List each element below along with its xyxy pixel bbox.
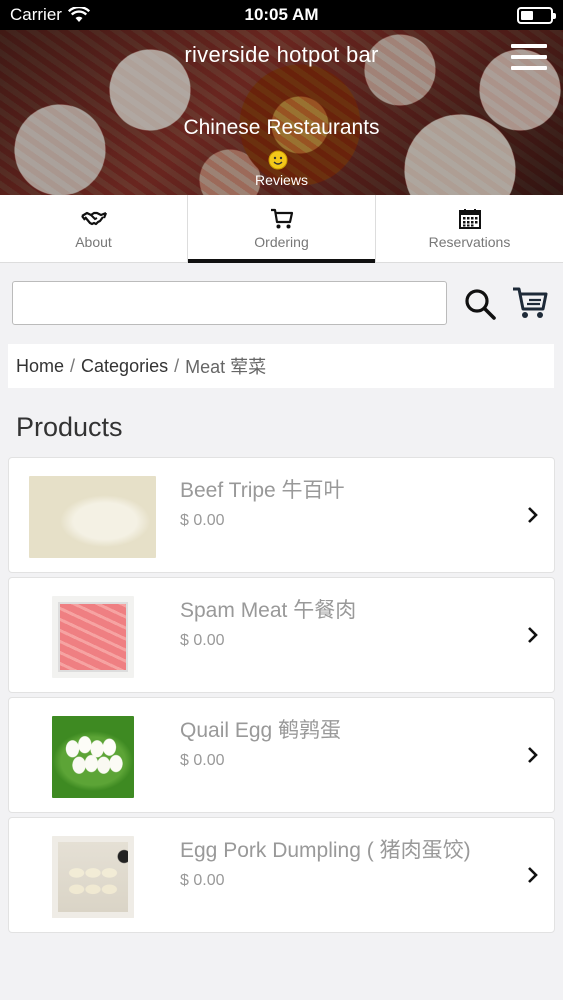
breadcrumb-home[interactable]: Home xyxy=(16,356,64,377)
product-price: $ 0.00 xyxy=(180,632,225,649)
tab-ordering[interactable]: Ordering xyxy=(188,195,376,263)
smiley-icon[interactable] xyxy=(268,150,288,170)
product-image xyxy=(29,476,156,558)
shopping-cart-icon[interactable] xyxy=(511,285,549,321)
tab-about[interactable]: About xyxy=(0,195,188,262)
tab-bar: About Ordering Reservations xyxy=(0,195,563,263)
handshake-icon xyxy=(80,211,107,225)
reviews-link[interactable]: Reviews xyxy=(0,172,563,188)
tab-reservations[interactable]: Reservations xyxy=(376,195,563,262)
restaurant-category: Chinese Restaurants xyxy=(183,116,380,139)
restaurant-name: riverside hotpot bar xyxy=(184,42,379,67)
product-list: Beef Tripe 牛百叶 $ 0.00 Spam Meat 午餐肉 $ 0.… xyxy=(8,457,555,937)
chevron-right-icon xyxy=(528,627,538,643)
tab-label: About xyxy=(75,233,112,250)
breadcrumb-categories[interactable]: Categories xyxy=(81,356,168,377)
product-item[interactable]: Quail Egg 鹌鹑蛋 $ 0.00 xyxy=(8,697,555,813)
breadcrumb-current: Meat 荤菜 xyxy=(185,357,267,377)
breadcrumb-separator: / xyxy=(174,355,180,376)
product-image xyxy=(52,596,134,678)
menu-bar xyxy=(511,66,547,70)
status-left: Carrier xyxy=(10,5,90,25)
product-name: Beef Tripe 牛百叶 xyxy=(180,479,345,502)
chevron-right-icon xyxy=(528,747,538,763)
hamburger-menu-button[interactable] xyxy=(511,44,547,70)
calendar-icon xyxy=(458,208,481,229)
chevron-right-icon xyxy=(528,507,538,523)
product-price: $ 0.00 xyxy=(180,512,225,529)
status-bar: Carrier 10:05 AM xyxy=(0,0,563,30)
product-image xyxy=(52,836,134,918)
menu-bar xyxy=(511,55,547,59)
product-name: Quail Egg 鹌鹑蛋 xyxy=(180,719,342,742)
cart-icon xyxy=(270,208,293,228)
product-item[interactable]: Egg Pork Dumpling ( 猪肉蛋饺) $ 0.00 xyxy=(8,817,555,933)
battery-icon xyxy=(517,6,556,24)
menu-bar xyxy=(511,44,547,48)
section-title: Products xyxy=(16,412,123,442)
product-image xyxy=(52,716,134,798)
carrier-label: Carrier xyxy=(10,5,62,24)
breadcrumb-separator: / xyxy=(70,355,76,376)
search-input[interactable] xyxy=(12,281,447,325)
product-price: $ 0.00 xyxy=(180,752,225,769)
tab-label: Ordering xyxy=(254,233,309,250)
chevron-right-icon xyxy=(528,867,538,883)
product-item[interactable]: Beef Tripe 牛百叶 $ 0.00 xyxy=(8,457,555,573)
product-price: $ 0.00 xyxy=(180,872,225,889)
tab-label: Reservations xyxy=(428,233,511,250)
wifi-icon xyxy=(67,7,90,22)
breadcrumb: Home / Categories / Meat 荤菜 xyxy=(8,344,554,388)
search-icon[interactable] xyxy=(463,287,497,321)
product-name: Egg Pork Dumpling ( 猪肉蛋饺) xyxy=(180,839,471,862)
restaurant-hero: riverside hotpot bar Chinese Restaurants… xyxy=(0,30,563,195)
product-name: Spam Meat 午餐肉 xyxy=(180,599,357,622)
product-item[interactable]: Spam Meat 午餐肉 $ 0.00 xyxy=(8,577,555,693)
